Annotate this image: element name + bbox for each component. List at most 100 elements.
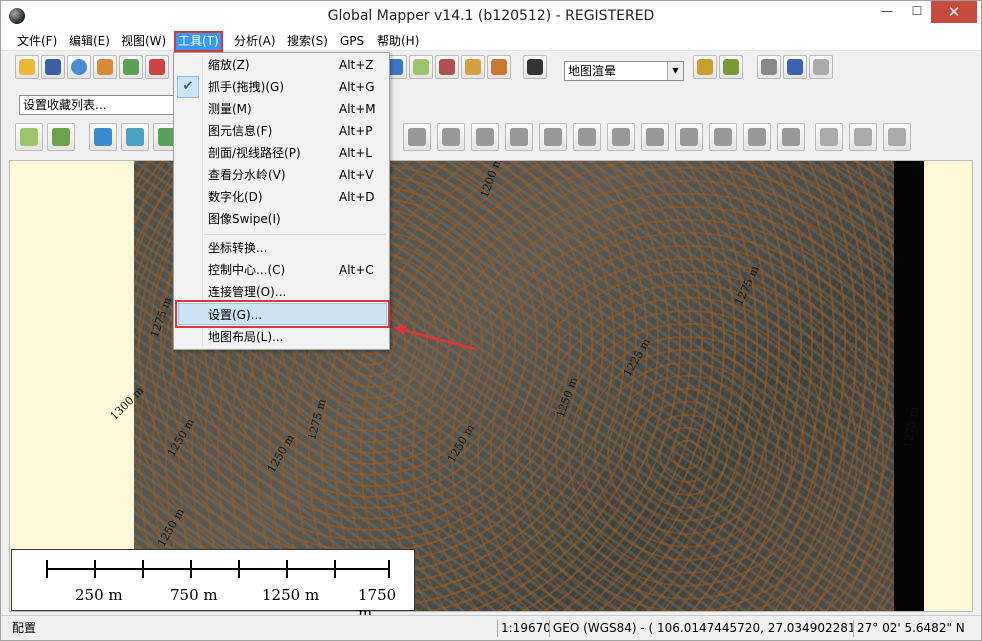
vertex-tool-2[interactable] <box>437 123 465 151</box>
scale-tick <box>190 560 192 578</box>
vertex-icon <box>748 128 766 146</box>
layers-button[interactable] <box>119 55 143 79</box>
vertex-tool-3[interactable] <box>471 123 499 151</box>
undo-icon <box>888 128 906 146</box>
binoculars-button[interactable] <box>523 55 547 79</box>
arrow-down-icon <box>491 59 507 75</box>
menu-gps[interactable]: GPS <box>338 33 366 50</box>
menu-help[interactable]: 帮助(H) <box>375 33 421 50</box>
tower-icon <box>439 59 455 75</box>
vertex-tool-8[interactable] <box>641 123 669 151</box>
draw-button[interactable] <box>461 55 485 79</box>
floppy-icon <box>45 59 61 75</box>
menu-item-image-swipe[interactable]: 图像Swipe(I) <box>175 208 388 230</box>
menu-item-label: 控制中心...(C) <box>208 263 286 277</box>
menu-item-label: 图像Swipe(I) <box>208 212 281 226</box>
rotate-tool[interactable] <box>849 123 877 151</box>
vertex-icon <box>476 128 494 146</box>
menu-separator <box>204 234 386 235</box>
scale-tick <box>388 560 390 578</box>
menu-item-profile[interactable]: 剖面/视线路径(P) Alt+L <box>175 142 388 164</box>
vertex-tool-12[interactable] <box>777 123 805 151</box>
gps-button[interactable] <box>809 55 833 79</box>
crosshair-icon <box>149 59 165 75</box>
menu-edit[interactable]: 编辑(E) <box>67 33 112 50</box>
3d-viewer-button[interactable] <box>719 55 743 79</box>
arrow-head <box>393 325 407 335</box>
menu-item-measure[interactable]: 测量(M) Alt+M <box>175 98 388 120</box>
vertex-tool-11[interactable] <box>743 123 771 151</box>
document-icon <box>97 59 113 75</box>
digitize-area-button[interactable] <box>15 123 43 151</box>
maximize-button[interactable]: ☐ <box>903 1 931 23</box>
vertex-tool-10[interactable] <box>709 123 737 151</box>
folder-icon <box>19 59 35 75</box>
menu-item-shortcut: Alt+C <box>339 263 374 277</box>
menu-item-pan[interactable]: ✔ 抓手(拖拽)(G) Alt+G <box>175 76 388 98</box>
vertex-icon <box>510 128 528 146</box>
device-button[interactable] <box>783 55 807 79</box>
flag-icon <box>761 59 777 75</box>
menu-analysis[interactable]: 分析(A) <box>232 33 278 50</box>
favorites-select[interactable]: 设置收藏列表... <box>19 95 175 115</box>
scale-label: 1250 m <box>262 586 320 604</box>
status-bar: 配置 1:19670 GEO (WGS84) - ( 106.014744572… <box>1 615 981 640</box>
export-button[interactable] <box>93 55 117 79</box>
digitize-line-button[interactable] <box>47 123 75 151</box>
menu-item-zoom[interactable]: 缩放(Z) Alt+Z <box>175 54 388 76</box>
satellite-icon <box>813 59 829 75</box>
menu-item-label: 缩放(Z) <box>208 58 250 72</box>
minimize-button[interactable]: — <box>873 1 901 23</box>
digitizer-toolbar <box>7 123 967 157</box>
app-window: Global Mapper v14.1 (b120512) - REGISTER… <box>0 0 982 641</box>
vertex-tool-7[interactable] <box>607 123 635 151</box>
menu-item-label: 查看分水岭(V) <box>208 168 286 182</box>
menu-view[interactable]: 视图(W) <box>119 33 168 50</box>
render-mode-select[interactable]: 地图渲晕 ▼ <box>564 61 684 81</box>
menu-item-shortcut: Alt+P <box>339 124 373 138</box>
3d-icon <box>723 59 739 75</box>
menu-item-control-center[interactable]: 控制中心...(C) Alt+C <box>175 259 388 281</box>
terrain-icon <box>413 59 429 75</box>
menu-item-coordinate-convert[interactable]: 坐标转换... <box>175 237 388 259</box>
rotate-icon <box>854 128 872 146</box>
vertex-tool-4[interactable] <box>505 123 533 151</box>
digitize-shape-button[interactable] <box>121 123 149 151</box>
shape-icon <box>126 128 144 146</box>
vertex-icon <box>680 128 698 146</box>
down-button[interactable] <box>487 55 511 79</box>
menu-item-digitize[interactable]: 数字化(D) Alt+D <box>175 186 388 208</box>
undo-tool[interactable] <box>883 123 911 151</box>
menu-item-map-layout[interactable]: 地图布局(L)... <box>175 326 388 348</box>
digitize-point-button[interactable] <box>89 123 117 151</box>
menu-item-watershed[interactable]: 查看分水岭(V) Alt+V <box>175 164 388 186</box>
menu-file[interactable]: 文件(F) <box>15 33 59 50</box>
close-button[interactable]: ✕ <box>931 1 977 23</box>
terrain-button[interactable] <box>409 55 433 79</box>
move-tool[interactable] <box>815 123 843 151</box>
chevron-down-icon[interactable]: ▼ <box>667 62 683 80</box>
flag-button[interactable] <box>757 55 781 79</box>
tool-button[interactable] <box>145 55 169 79</box>
menu-item-settings[interactable]: 设置(G)... <box>175 300 390 328</box>
web-data-button[interactable] <box>67 55 91 79</box>
vertex-tool-6[interactable] <box>573 123 601 151</box>
vertex-tool-5[interactable] <box>539 123 567 151</box>
menu-bar: 文件(F) 编辑(E) 视图(W) 工具(T) 分析(A) 搜索(S) GPS … <box>1 31 981 52</box>
vertex-tool-1[interactable] <box>403 123 431 151</box>
vertex-icon <box>544 128 562 146</box>
open-file-button[interactable] <box>15 55 39 79</box>
menu-search[interactable]: 搜索(S) <box>285 33 330 50</box>
map-view[interactable]: 1300 m 1275 m 1250 m 1275 m 1250 m 1250 … <box>9 160 973 612</box>
vertex-tool-9[interactable] <box>675 123 703 151</box>
3d-view-button[interactable] <box>693 55 717 79</box>
menu-item-connection-manager[interactable]: 连接管理(O)... <box>175 281 388 303</box>
scale-tick <box>94 560 96 578</box>
menu-item-label: 坐标转换... <box>208 241 268 255</box>
save-button[interactable] <box>41 55 65 79</box>
device-icon <box>787 59 803 75</box>
tower-button[interactable] <box>435 55 459 79</box>
render-mode-value: 地图渲晕 <box>568 64 617 78</box>
menu-tools[interactable]: 工具(T) <box>174 31 223 52</box>
menu-item-feature-info[interactable]: 图元信息(F) Alt+P <box>175 120 388 142</box>
